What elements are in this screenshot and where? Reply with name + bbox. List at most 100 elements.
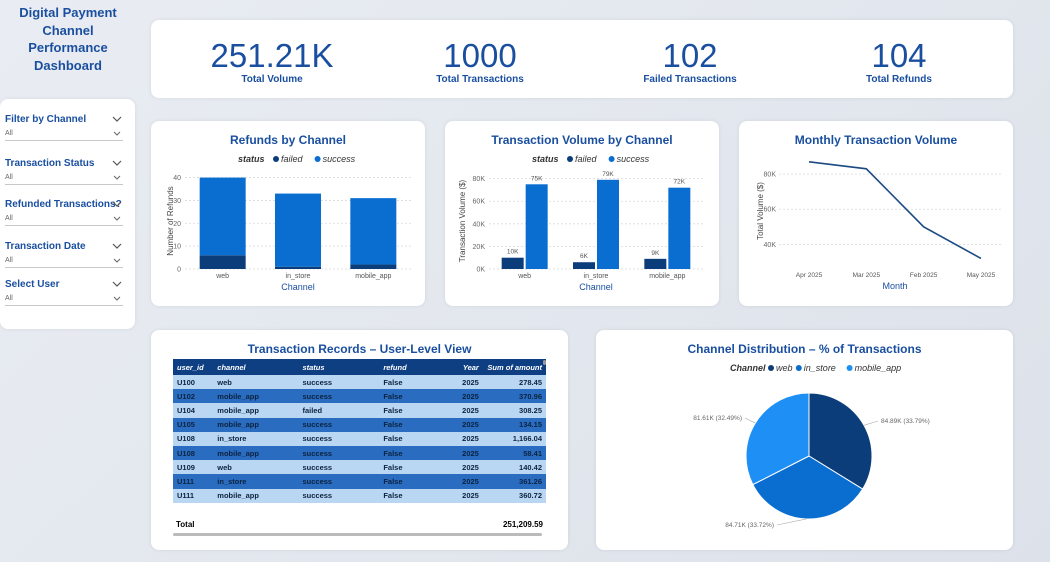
x-tick-label: Feb 2025	[910, 272, 938, 279]
table-cell: U108	[173, 431, 214, 446]
kpi-value: 251.21K	[210, 37, 334, 74]
filter-refunded[interactable]: Refunded Transactions? All	[5, 199, 123, 226]
table-cell: False	[379, 417, 433, 432]
bar-failed	[573, 262, 595, 269]
table-cell: success	[298, 488, 380, 503]
table-row[interactable]: U108 mobile_app success False 2025 58.41	[173, 445, 546, 461]
dropdown-arrow-icon[interactable]	[113, 172, 121, 184]
kpi-label: Total Volume	[241, 74, 303, 85]
dashboard-title: Digital Payment Channel Performance Dash…	[19, 5, 117, 73]
dropdown-arrow-icon[interactable]	[113, 128, 121, 140]
slice-label: 84.89K (33.79%)	[881, 418, 930, 425]
kpi-value: 102	[662, 37, 718, 74]
kpi-label: Total Transactions	[436, 74, 524, 85]
table-cell: 278.45	[482, 375, 546, 390]
table-row[interactable]: U105 mobile_app success False 2025 134.15	[173, 417, 546, 432]
filter-value: All	[5, 174, 13, 181]
legend-item: web	[776, 363, 793, 373]
y-axis-label: Total Volume ($)	[756, 182, 765, 240]
legend-marker	[273, 156, 279, 162]
filter-label: Select User	[5, 279, 60, 290]
table-row[interactable]: U111 mobile_app success False 2025 360.72	[173, 488, 546, 503]
table-cell: mobile_app	[213, 417, 299, 432]
filter-date[interactable]: Transaction Date All	[5, 241, 123, 268]
bar-failed	[199, 255, 246, 269]
horizontal-scrollbar[interactable]	[173, 533, 542, 536]
table-row[interactable]: U111 in_store success False 2025 361.26	[173, 474, 546, 489]
table-cell: 370.96	[482, 389, 546, 404]
column-header-year[interactable]: Year	[432, 359, 483, 375]
table-row[interactable]: U108 in_store success False 2025 1,166.04	[173, 431, 546, 446]
pie-chart-card: Channel Distribution – % of Transactions…	[596, 330, 1013, 550]
table-row[interactable]: U100 web success False 2025 278.45	[173, 375, 546, 390]
y-axis-label: Transaction Volume ($)	[458, 179, 467, 262]
filter-value: All	[5, 257, 13, 264]
leader-line	[863, 420, 879, 426]
table-row[interactable]: U104 mobile_app failed False 2025 308.25	[173, 403, 546, 418]
table-cell: 1,166.04	[482, 431, 546, 446]
chevron-down-icon[interactable]	[111, 114, 123, 124]
legend-marker	[314, 156, 321, 162]
legend-marker	[795, 365, 802, 371]
chevron-down-icon[interactable]	[111, 158, 123, 168]
dropdown-arrow-icon[interactable]	[113, 213, 121, 225]
bar-failed	[644, 258, 667, 269]
table-cell: in_store	[213, 431, 299, 446]
filter-select[interactable]: All	[5, 172, 123, 185]
legend-title: status	[238, 154, 265, 164]
legend-item: success	[617, 154, 650, 164]
bar-success	[668, 187, 691, 269]
kpi-total-volume: 251.21K Total Volume	[182, 36, 362, 85]
dropdown-arrow-icon[interactable]	[113, 255, 121, 267]
x-tick-label: Mar 2025	[853, 272, 881, 279]
filter-select[interactable]: All	[5, 293, 123, 306]
filter-label: Transaction Date	[5, 241, 86, 252]
slice-label: 81.61K (32.49%)	[693, 415, 742, 422]
filter-status[interactable]: Transaction Status All	[5, 158, 123, 185]
table-row[interactable]: U109 web success False 2025 140.42	[173, 460, 546, 475]
column-header-sum-of-amount[interactable]: Sum of amount	[482, 359, 546, 375]
legend-marker	[846, 365, 853, 371]
table-row[interactable]: U102 mobile_app success False 2025 370.96	[173, 389, 546, 404]
filter-select[interactable]: All	[5, 255, 123, 268]
data-label: 9K	[651, 250, 660, 257]
kpi-value: 104	[871, 37, 927, 74]
table-cell: 2025	[432, 403, 483, 418]
x-tick-label: May 2025	[967, 272, 996, 279]
filter-user[interactable]: Select User All	[5, 279, 123, 306]
legend-item: in_store	[804, 363, 836, 373]
table-cell: 2025	[432, 474, 483, 489]
dropdown-arrow-icon[interactable]	[113, 293, 121, 305]
table-cell: U111	[173, 488, 214, 503]
filter-channel[interactable]: Filter by Channel All	[5, 114, 123, 141]
data-label: 6K	[580, 253, 589, 260]
x-tick-label: Apr 2025	[796, 272, 823, 279]
chevron-down-icon[interactable]	[111, 279, 123, 289]
filter-select[interactable]: All	[5, 128, 123, 141]
table-cell: False	[379, 460, 433, 475]
table-cell: 360.72	[482, 488, 546, 503]
table-cell: mobile_app	[213, 403, 299, 418]
column-header-refund[interactable]: refund	[379, 359, 433, 375]
filter-select[interactable]: All	[5, 213, 123, 226]
column-header-channel[interactable]: channel	[213, 359, 299, 375]
x-tick-label: in_store	[286, 273, 311, 280]
column-header-status[interactable]: status	[298, 359, 380, 375]
total-value: 251,209.59	[502, 520, 543, 529]
table-cell: False	[379, 375, 433, 390]
table-viewport[interactable]: user_id channel status refund Year Sum of amo…	[173, 359, 546, 514]
y-tick-label: 40K	[473, 221, 486, 228]
x-tick-label: mobile_app	[649, 273, 685, 280]
column-header-user_id[interactable]: user_id	[173, 359, 214, 375]
chevron-down-icon[interactable]	[111, 199, 123, 209]
chevron-down-icon[interactable]	[111, 241, 123, 251]
filter-label: Filter by Channel	[5, 114, 87, 125]
vertical-scrollbar[interactable]	[543, 360, 546, 365]
y-tick-label: 40	[173, 175, 181, 182]
table-cell: web	[213, 460, 299, 475]
table-cell: success	[298, 389, 380, 404]
pie-chart: Channel web in_store mobile_app 84.89K (33.7…	[693, 363, 930, 529]
x-tick-label: web	[517, 273, 531, 280]
kpi-value: 1000	[443, 37, 517, 74]
monthly-chart-card: Monthly Transaction Volume 40K 60K 80K Apr …	[739, 121, 1013, 306]
